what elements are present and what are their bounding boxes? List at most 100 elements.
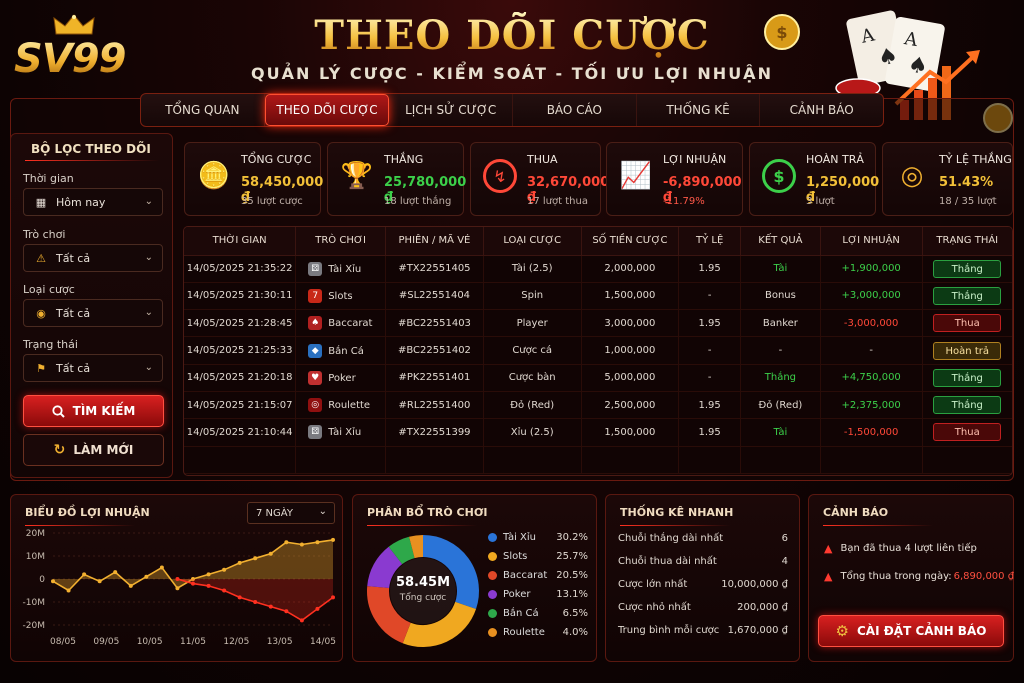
cell-result: - [740, 336, 821, 365]
alert-settings-button[interactable]: ⚙ CÀI ĐẶT CẢNH BÁO [818, 615, 1004, 647]
status-badge: Thắng [933, 259, 1002, 278]
cell-time: 14/05/2025 21:10:44 [184, 418, 297, 447]
legend-dot [488, 628, 497, 637]
time-label: Thời gian [23, 172, 74, 185]
data-point [222, 588, 227, 593]
legend-item: Poker 13.1% [488, 589, 588, 600]
cell-ticket: #RL22551400 [385, 391, 484, 420]
stat-label: THẮNG [384, 153, 424, 166]
legend-dot [488, 552, 497, 561]
table-row[interactable]: 14/05/2025 21:15:07 ◎ Roulette #RL22551400 Đ… [184, 391, 1012, 420]
column-header[interactable]: TRÒ CHƠI [295, 227, 387, 256]
cell-result: Bonus [740, 282, 821, 311]
donut-center-label: Tổng cược [399, 593, 447, 603]
bets-table: THỜI GIAN TRÒ CHƠI PHIÊN / MÃ VÉ LOẠI CƯỢC S… [183, 226, 1013, 476]
alert-settings-label: CÀI ĐẶT CẢNH BÁO [857, 624, 987, 638]
cell-status: Thắng [922, 282, 1012, 311]
status-badge: Thua [933, 314, 1002, 333]
column-header[interactable]: LỢI NHUẬN [820, 227, 923, 256]
cell-ticket: #BC22551403 [385, 309, 484, 338]
donut-slice[interactable] [388, 536, 416, 565]
status-label: Trạng thái [23, 338, 78, 351]
tab-overview[interactable]: TỔNG QUAN [141, 94, 265, 126]
table-row[interactable]: 14/05/2025 21:10:44 ⚄ Tài Xỉu #TX22551399 Xỉ… [184, 418, 1012, 447]
cell-odds: 1.95 [678, 309, 742, 338]
table-row[interactable]: 14/05/2025 21:25:33 ◆ Bắn Cá #BC22551402 Cượ… [184, 336, 1012, 365]
x-tick-label: 13/05 [267, 637, 293, 647]
range-select[interactable]: 7 NGÀY ⌄ [247, 502, 335, 524]
y-tick-label: -10M [23, 598, 45, 608]
donut-slice[interactable] [409, 535, 424, 559]
column-header[interactable]: LOẠI CƯỢC [483, 227, 582, 256]
target-icon: ◎ [900, 161, 924, 191]
legend-pct: 20.5% [556, 570, 588, 581]
stat-label: TỶ LỆ THẮNG [939, 153, 1012, 166]
tab-alerts[interactable]: CẢNH BÁO [760, 94, 883, 126]
cell-odds: 1.95 [678, 391, 742, 420]
cell-time: 14/05/2025 21:35:22 [184, 255, 297, 283]
cell-status: Thắng [922, 364, 1012, 392]
fish-icon: ◆ [308, 343, 323, 358]
data-point [51, 579, 55, 584]
cell-result: Tài [740, 255, 821, 283]
column-header[interactable]: SỐ TIỀN CƯỢC [581, 227, 680, 256]
x-tick-label: 10/05 [137, 637, 163, 647]
x-tick-label: 11/05 [180, 637, 206, 647]
time-value: Hôm nay [56, 195, 106, 209]
column-header[interactable]: PHIÊN / MÃ VÉ [385, 227, 484, 256]
stat-label: HOÀN TRẢ [806, 153, 864, 166]
cell-bet-type: Player [483, 309, 582, 338]
tab-statistics[interactable]: THỐNG KÊ [637, 94, 761, 126]
table-row[interactable]: 14/05/2025 21:30:11 7 Slots #SL22551404 Spin… [184, 282, 1012, 311]
status-select[interactable]: ⚑ Tất cả ⌄ [23, 354, 163, 382]
search-button[interactable]: TÌM KIẾM [23, 395, 164, 427]
data-point [222, 567, 227, 572]
table-row[interactable]: 14/05/2025 21:28:45 ♠ Baccarat #BC22551403 P… [184, 309, 1012, 338]
bet-type-select[interactable]: ◉ Tất cả ⌄ [23, 299, 163, 327]
distribution-donut [367, 535, 479, 647]
legend-name: Baccarat [503, 570, 548, 581]
game-select[interactable]: ⚠ Tất cả ⌄ [23, 244, 163, 272]
quick-stat-value: 4 [781, 556, 788, 567]
roulette-icon: ◎ [308, 398, 323, 413]
quick-stat-label: Chuỗi thua dài nhất [618, 556, 717, 567]
tab-reports[interactable]: BÁO CÁO [513, 94, 637, 126]
coins-icon: ◉ [36, 306, 46, 320]
filter-title: BỘ LỌC THEO DÕI [31, 142, 151, 156]
column-header[interactable]: TỶ LỆ [678, 227, 742, 256]
data-point [82, 572, 87, 577]
distribution-title: PHÂN BỔ TRÒ CHƠI [367, 506, 488, 519]
chevron-down-icon: ⌄ [144, 362, 153, 373]
table-row[interactable]: 14/05/2025 21:35:22 ⚄ Tài Xỉu #TX22551405 Tà… [184, 255, 1012, 283]
table-row[interactable]: 14/05/2025 21:20:18 ♥ Poker #PK22551401 Cược… [184, 364, 1012, 392]
stat-card: ◎ TỶ LỆ THẮNG 51.43% 18 / 35 lượt [882, 142, 1013, 216]
column-header[interactable]: TRẠNG THÁI [922, 227, 1012, 256]
refresh-button[interactable]: ↻ LÀM MỚI [23, 434, 164, 466]
column-header[interactable]: THỜI GIAN [184, 227, 297, 256]
tab-bet-tracking[interactable]: THEO DÕI CƯỢC [264, 94, 390, 126]
profit-chart-panel: BIỂU ĐỒ LỢI NHUẬN 7 NGÀY ⌄ 20M 10M 0 -10M -2… [10, 494, 343, 662]
trophy-icon: 🏆 [340, 161, 374, 191]
legend-item: Baccarat 20.5% [488, 570, 588, 581]
cell-game: ♠ Baccarat [295, 309, 387, 338]
cell-game: ◆ Bắn Cá [295, 336, 387, 365]
cell-amount: 1,500,000 [581, 418, 680, 447]
status-badge: Thắng [933, 286, 1002, 305]
column-header[interactable]: KẾT QUẢ [740, 227, 821, 256]
data-point [268, 604, 273, 609]
cell-result: Banker [740, 309, 821, 338]
cell-amount: 1,500,000 [581, 282, 680, 311]
quick-stat-row: Trung bình mỗi cược 1,670,000 ₫ [618, 625, 788, 636]
cell-odds: 1.95 [678, 255, 742, 283]
time-select[interactable]: ▦ Hôm nay ⌄ [23, 188, 163, 216]
cell-status: Hoàn trả [922, 336, 1012, 365]
data-point [191, 581, 195, 586]
y-tick-label: 20M [26, 529, 45, 539]
cell-game: ⚄ Tài Xỉu [295, 418, 387, 447]
data-point [315, 606, 320, 611]
tab-bet-history[interactable]: LỊCH SỬ CƯỢC [389, 94, 514, 126]
legend-pct: 6.5% [562, 608, 588, 619]
search-button-label: TÌM KIẾM [72, 404, 136, 418]
status-badge: Hoàn trả [933, 341, 1002, 360]
cell-bet-type: Spin [483, 282, 582, 311]
